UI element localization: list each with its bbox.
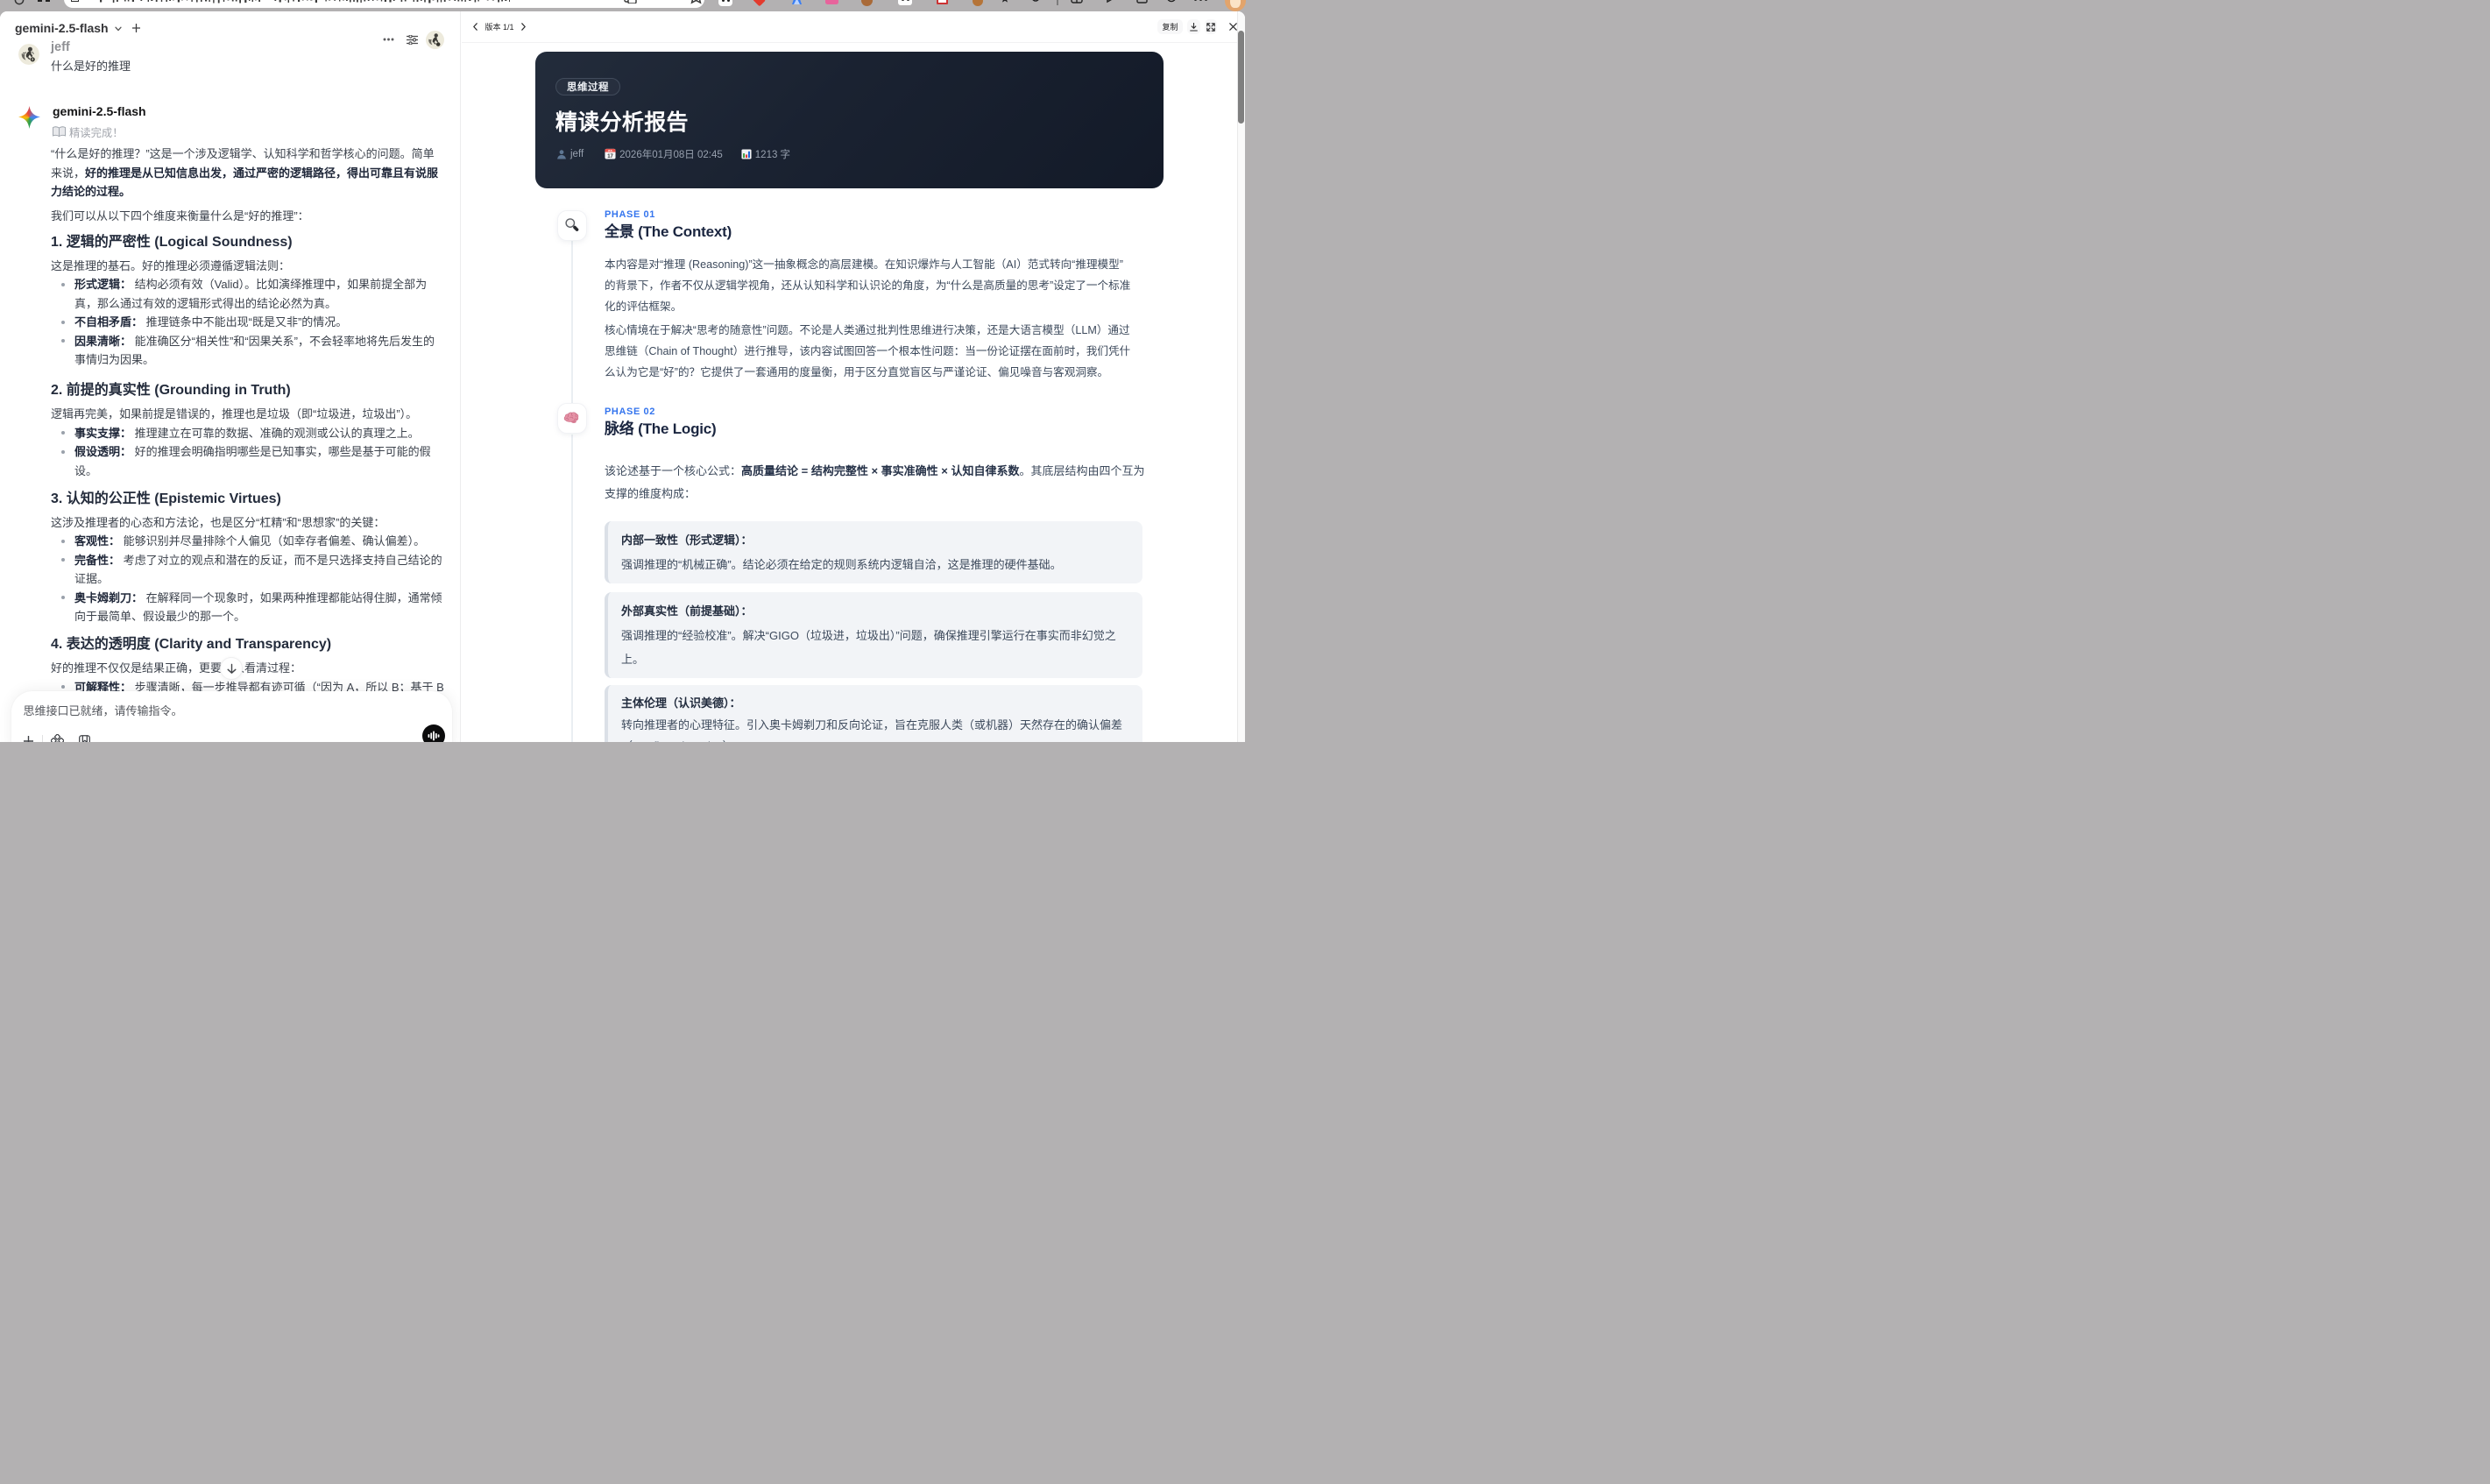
svg-text:17: 17	[607, 154, 613, 159]
svg-text:JUL: JUL	[608, 149, 613, 152]
svg-text:5: 5	[32, 58, 33, 61]
